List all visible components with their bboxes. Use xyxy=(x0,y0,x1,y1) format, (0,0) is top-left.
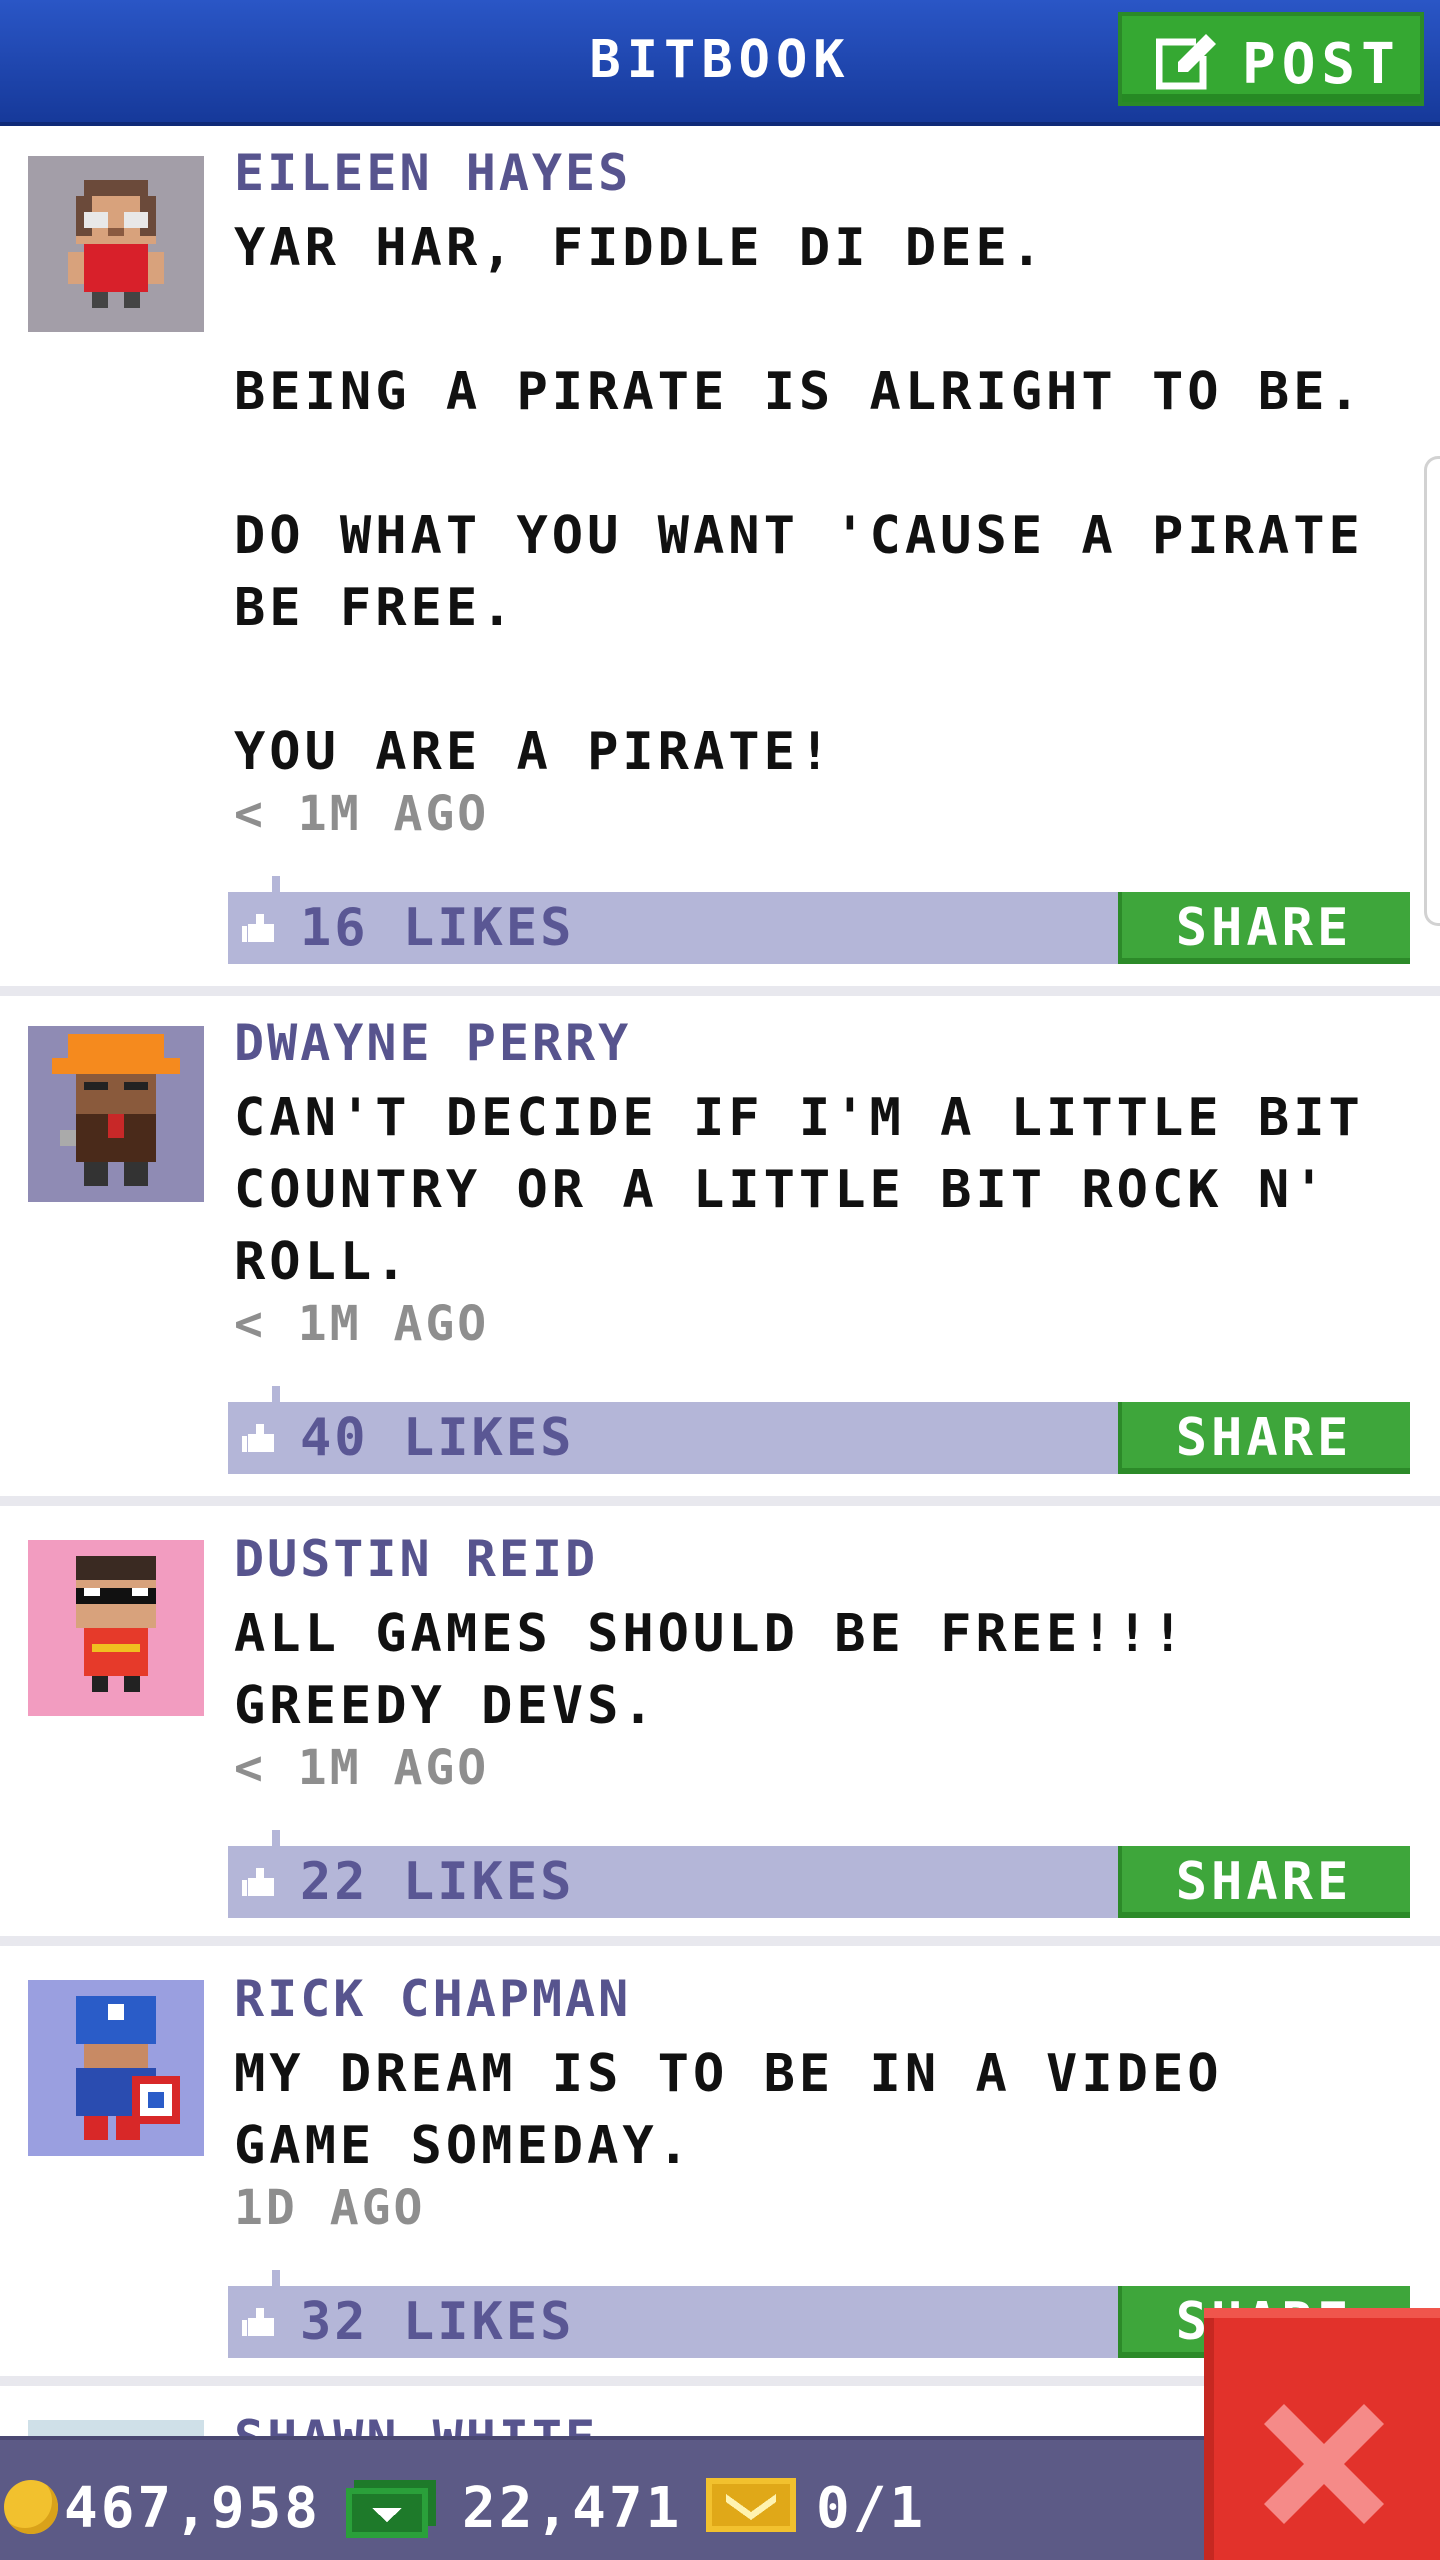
coin-count: 467,958 xyxy=(64,2476,322,2541)
post-author[interactable]: EILEEN HAYES xyxy=(234,144,631,202)
post-divider xyxy=(0,986,1440,996)
post-text: ALL GAMES SHOULD BE FREE!!! GREEDY DEVS. xyxy=(234,1604,1223,1736)
thumbs-up-icon[interactable] xyxy=(242,2308,278,2338)
post-divider xyxy=(0,1496,1440,1506)
avatar-sprite xyxy=(52,1034,180,1186)
post-author[interactable]: SHAWN WHITE xyxy=(234,2410,598,2436)
avatar-sprite xyxy=(68,180,164,308)
post-time: < 1M AGO xyxy=(234,786,490,842)
compose-icon xyxy=(1156,34,1218,90)
thumbs-up-icon[interactable] xyxy=(242,1868,278,1898)
post-text: CAN'T DECIDE IF I'M A LITTLE BIT COUNTRY… xyxy=(234,1088,1400,1292)
post-time: < 1M AGO xyxy=(234,1296,490,1352)
post-divider xyxy=(0,1936,1440,1946)
post-author[interactable]: DWAYNE PERRY xyxy=(234,1014,631,1072)
post-button-label: POST xyxy=(1242,32,1401,97)
avatar[interactable] xyxy=(28,1026,204,1202)
coin-icon xyxy=(4,2480,58,2534)
likes-count: 40 LIKES xyxy=(300,1408,575,1468)
post-author[interactable]: RICK CHAPMAN xyxy=(234,1970,631,2028)
avatar-sprite xyxy=(76,1556,156,1692)
feed-post: DWAYNE PERRY CAN'T DECIDE IF I'M A LITTL… xyxy=(0,996,1440,1506)
ticket-icon xyxy=(706,2478,796,2532)
share-button[interactable]: SHARE xyxy=(1118,1402,1410,1474)
avatar[interactable] xyxy=(28,1540,204,1716)
avatar[interactable] xyxy=(28,156,204,332)
post-text: YAR HAR, FIDDLE DI DEE. BEING A PIRATE I… xyxy=(234,218,1364,782)
close-button[interactable] xyxy=(1204,2308,1440,2560)
feed-list[interactable]: EILEEN HAYES YAR HAR, FIDDLE DI DEE. BEI… xyxy=(0,126,1440,2436)
share-button-label: SHARE xyxy=(1175,898,1353,958)
feed-post: DUSTIN REID ALL GAMES SHOULD BE FREE!!! … xyxy=(0,1506,1440,1946)
thumbs-up-icon[interactable] xyxy=(242,914,278,944)
ticket-count: 0/1 xyxy=(816,2476,927,2541)
bux-count: 22,471 xyxy=(462,2476,683,2541)
share-button-label: SHARE xyxy=(1175,1408,1353,1468)
like-bar: 16 LIKES SHARE xyxy=(228,876,1410,964)
share-button[interactable]: SHARE xyxy=(1118,1846,1410,1918)
scrollbar[interactable] xyxy=(1424,456,1440,926)
post-time: < 1M AGO xyxy=(234,1740,490,1796)
post-text: MY DREAM IS TO BE IN A VIDEO GAME SOMEDA… xyxy=(234,2044,1258,2176)
thumbs-up-icon[interactable] xyxy=(242,1424,278,1454)
share-button[interactable]: SHARE xyxy=(1118,892,1410,964)
feed-post: EILEEN HAYES YAR HAR, FIDDLE DI DEE. BEI… xyxy=(0,126,1440,996)
avatar[interactable] xyxy=(28,1980,204,2156)
post-author[interactable]: DUSTIN REID xyxy=(234,1530,598,1588)
like-bar: 22 LIKES SHARE xyxy=(228,1830,1410,1918)
post-button[interactable]: POST xyxy=(1118,12,1424,106)
share-button-label: SHARE xyxy=(1175,1852,1353,1912)
close-icon xyxy=(1264,2404,1384,2524)
post-time: 1D AGO xyxy=(234,2180,426,2236)
app-header: BITBOOK POST xyxy=(0,0,1440,126)
likes-count: 16 LIKES xyxy=(300,898,575,958)
likes-count: 22 LIKES xyxy=(300,1852,575,1912)
bux-icon xyxy=(346,2480,436,2538)
like-bar: 40 LIKES SHARE xyxy=(228,1386,1410,1474)
avatar-sprite xyxy=(76,1996,180,2140)
avatar[interactable] xyxy=(28,2420,204,2436)
likes-count: 32 LIKES xyxy=(300,2292,575,2352)
